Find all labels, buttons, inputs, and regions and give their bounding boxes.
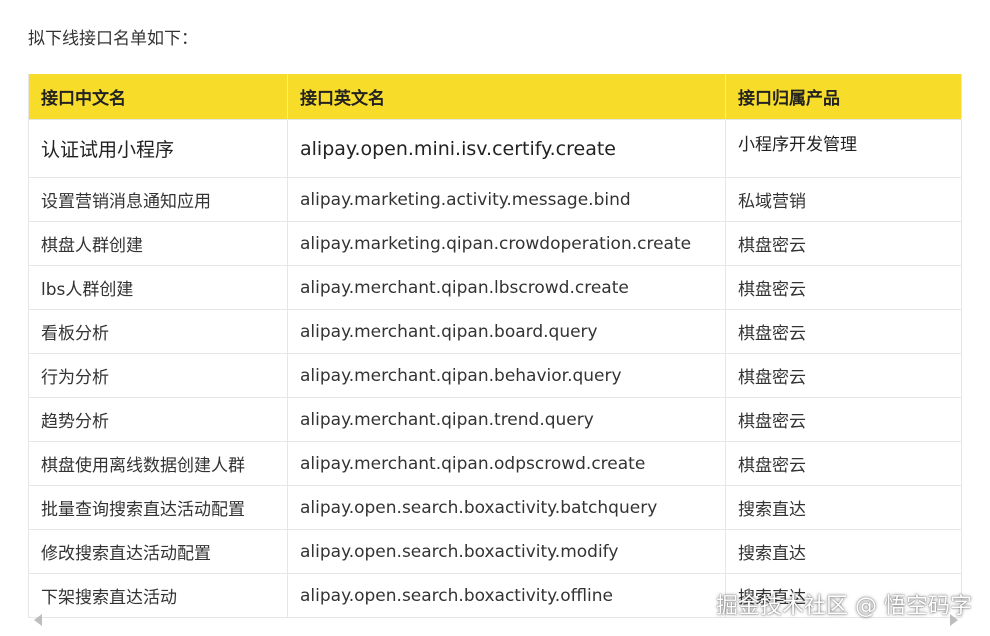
cell-chinese-name: 设置营销消息通知应用 [28,177,288,222]
cell-english-name: alipay.open.mini.isv.certify.create [287,119,726,178]
cell-chinese-name: 棋盘使用离线数据创建人群 [28,441,288,486]
table-row: lbs人群创建 alipay.merchant.qipan.lbscrowd.cr… [28,265,962,310]
cell-chinese-name: 行为分析 [28,353,288,398]
cell-english-name: alipay.merchant.qipan.odpscrowd.create [287,441,726,486]
cell-english-name: alipay.merchant.qipan.behavior.query [287,353,726,398]
table-row: 行为分析 alipay.merchant.qipan.behavior.query… [28,353,962,398]
cell-english-name: alipay.marketing.activity.message.bind [287,177,726,222]
cell-chinese-name: 趋势分析 [28,397,288,442]
table-row: 棋盘人群创建 alipay.marketing.qipan.crowdoperat… [28,221,962,266]
caret-left-icon[interactable] [34,614,42,626]
cell-chinese-name: 批量查询搜索直达活动配置 [28,485,288,530]
header-chinese-name: 接口中文名 [28,74,288,120]
table-row: 棋盘使用离线数据创建人群 alipay.merchant.qipan.odpscr… [28,441,962,486]
table-row: 趋势分析 alipay.merchant.qipan.trend.query 棋盘密… [28,397,962,442]
cell-chinese-name: 看板分析 [28,309,288,354]
cell-english-name: alipay.open.search.boxactivity.modify [287,529,726,574]
cell-product: 棋盘密云 [725,397,962,442]
cell-product: 棋盘密云 [725,441,962,486]
table-row: 看板分析 alipay.merchant.qipan.board.query 棋盘密… [28,309,962,354]
cell-chinese-name: 修改搜索直达活动配置 [28,529,288,574]
table-row: 批量查询搜索直达活动配置 alipay.open.search.boxactivi… [28,485,962,530]
cell-product: 小程序开发管理 [725,119,962,178]
cell-english-name: alipay.open.search.boxactivity.batchquer… [287,485,726,530]
cell-english-name: alipay.marketing.qipan.crowdoperation.cr… [287,221,726,266]
cell-chinese-name: 认证试用小程序 [28,119,288,178]
cell-product: 棋盘密云 [725,353,962,398]
cell-english-name: alipay.merchant.qipan.trend.query [287,397,726,442]
cell-english-name: alipay.merchant.qipan.board.query [287,309,726,354]
cell-product: 棋盘密云 [725,221,962,266]
cell-product: 私域营销 [725,177,962,222]
intro-text: 拟下线接口名单如下： [28,29,198,49]
cell-english-name: alipay.open.search.boxactivity.offline [287,573,726,618]
table-header-row: 接口中文名 接口英文名 接口归属产品 [28,74,962,120]
cell-chinese-name: 下架搜索直达活动 [28,573,288,618]
cell-chinese-name: 棋盘人群创建 [28,221,288,266]
watermark: 掘金技术社区 @ 悟空码字 [716,594,972,619]
cell-product: 搜索直达 [725,485,962,530]
table-row: 修改搜索直达活动配置 alipay.open.search.boxactivity… [28,529,962,574]
api-table: 接口中文名 接口英文名 接口归属产品 认证试用小程序 alipay.open.mi… [28,74,962,618]
table-row: 设置营销消息通知应用 alipay.marketing.activity.mess… [28,177,962,222]
cell-english-name: alipay.merchant.qipan.lbscrowd.create [287,265,726,310]
header-english-name: 接口英文名 [287,74,726,120]
cell-chinese-name: lbs人群创建 [28,265,288,310]
header-product: 接口归属产品 [725,74,962,120]
table-row: 认证试用小程序 alipay.open.mini.isv.certify.crea… [28,119,962,178]
cell-product: 棋盘密云 [725,265,962,310]
cell-product: 搜索直达 [725,529,962,574]
cell-product: 棋盘密云 [725,309,962,354]
